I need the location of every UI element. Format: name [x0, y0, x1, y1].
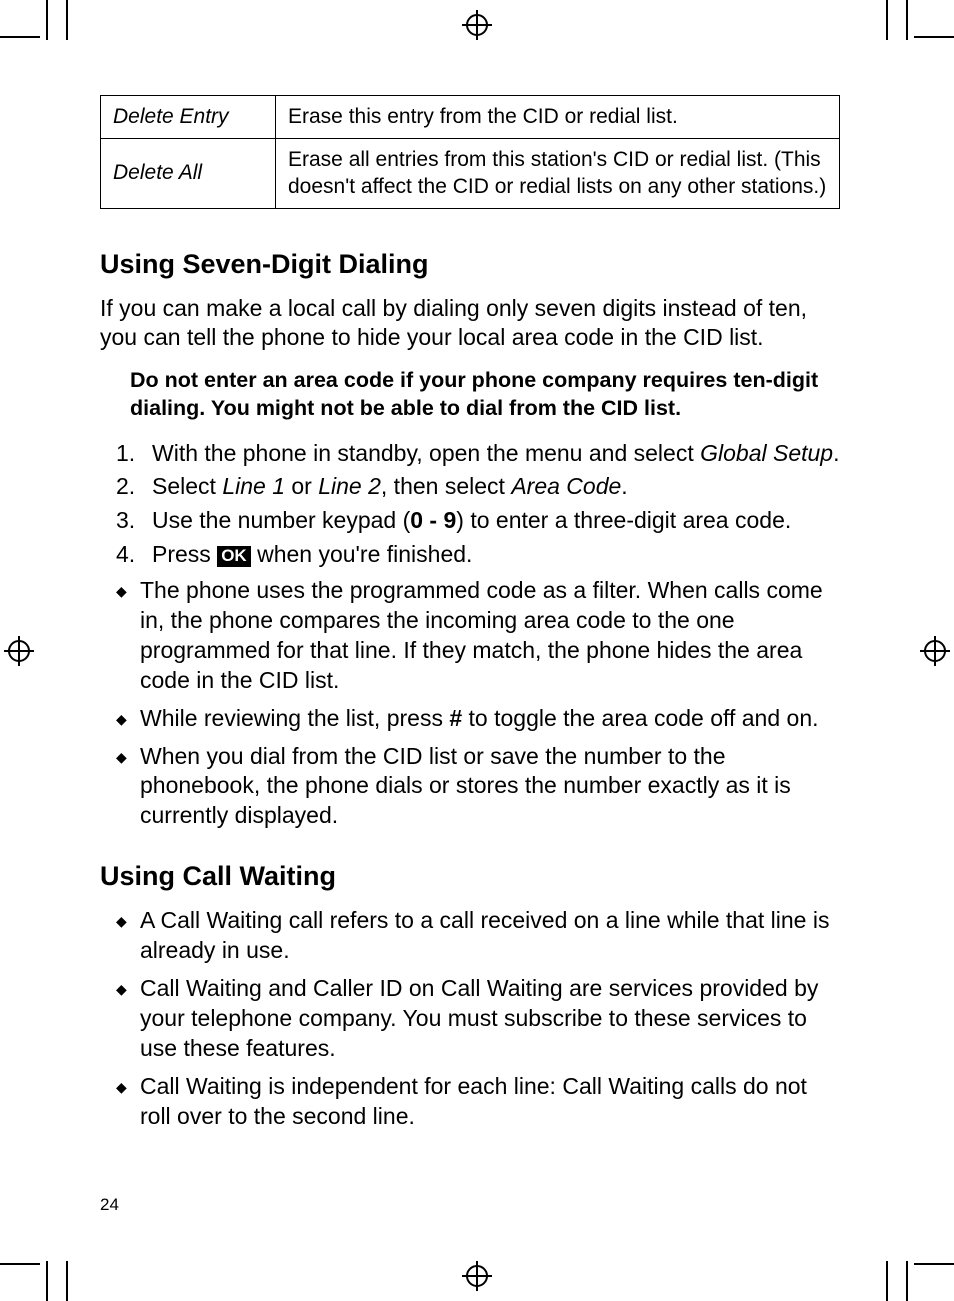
- list-item: Call Waiting is independent for each lin…: [116, 1072, 840, 1132]
- page-content: Delete Entry Erase this entry from the C…: [100, 95, 840, 1139]
- ok-button-icon: OK: [217, 546, 251, 567]
- step-number: 2.: [116, 472, 135, 502]
- registration-mark-icon: [924, 640, 946, 662]
- registration-mark-icon: [466, 14, 488, 36]
- list-item: While reviewing the list, press # to tog…: [116, 704, 840, 734]
- notes-list: The phone uses the programmed code as a …: [116, 576, 840, 831]
- option-label: Delete All: [101, 139, 276, 209]
- list-item: A Call Waiting call refers to a call rec…: [116, 906, 840, 966]
- step-number: 4.: [116, 540, 135, 570]
- step-number: 3.: [116, 506, 135, 536]
- list-item: The phone uses the programmed code as a …: [116, 576, 840, 696]
- registration-mark-icon: [466, 1265, 488, 1287]
- list-item: 1. With the phone in standby, open the m…: [116, 439, 840, 469]
- notes-list: A Call Waiting call refers to a call rec…: [116, 906, 840, 1131]
- list-item: Call Waiting and Caller ID on Call Waiti…: [116, 974, 840, 1064]
- option-description: Erase all entries from this station's CI…: [276, 139, 840, 209]
- options-table: Delete Entry Erase this entry from the C…: [100, 95, 840, 209]
- table-row: Delete Entry Erase this entry from the C…: [101, 96, 840, 139]
- steps-list: 1. With the phone in standby, open the m…: [116, 439, 840, 571]
- warning-text: Do not enter an area code if your phone …: [130, 367, 840, 423]
- registration-mark-icon: [8, 640, 30, 662]
- section-heading: Using Call Waiting: [100, 861, 840, 892]
- section-intro: If you can make a local call by dialing …: [100, 294, 840, 353]
- list-item: When you dial from the CID list or save …: [116, 742, 840, 832]
- section-heading: Using Seven-Digit Dialing: [100, 249, 840, 280]
- option-description: Erase this entry from the CID or redial …: [276, 96, 840, 139]
- list-item: 3. Use the number keypad (0 - 9) to ente…: [116, 506, 840, 536]
- option-label: Delete Entry: [101, 96, 276, 139]
- table-row: Delete All Erase all entries from this s…: [101, 139, 840, 209]
- step-number: 1.: [116, 439, 135, 469]
- page-number: 24: [100, 1195, 119, 1215]
- list-item: 4. Press OK when you're finished.: [116, 540, 840, 570]
- list-item: 2. Select Line 1 or Line 2, then select …: [116, 472, 840, 502]
